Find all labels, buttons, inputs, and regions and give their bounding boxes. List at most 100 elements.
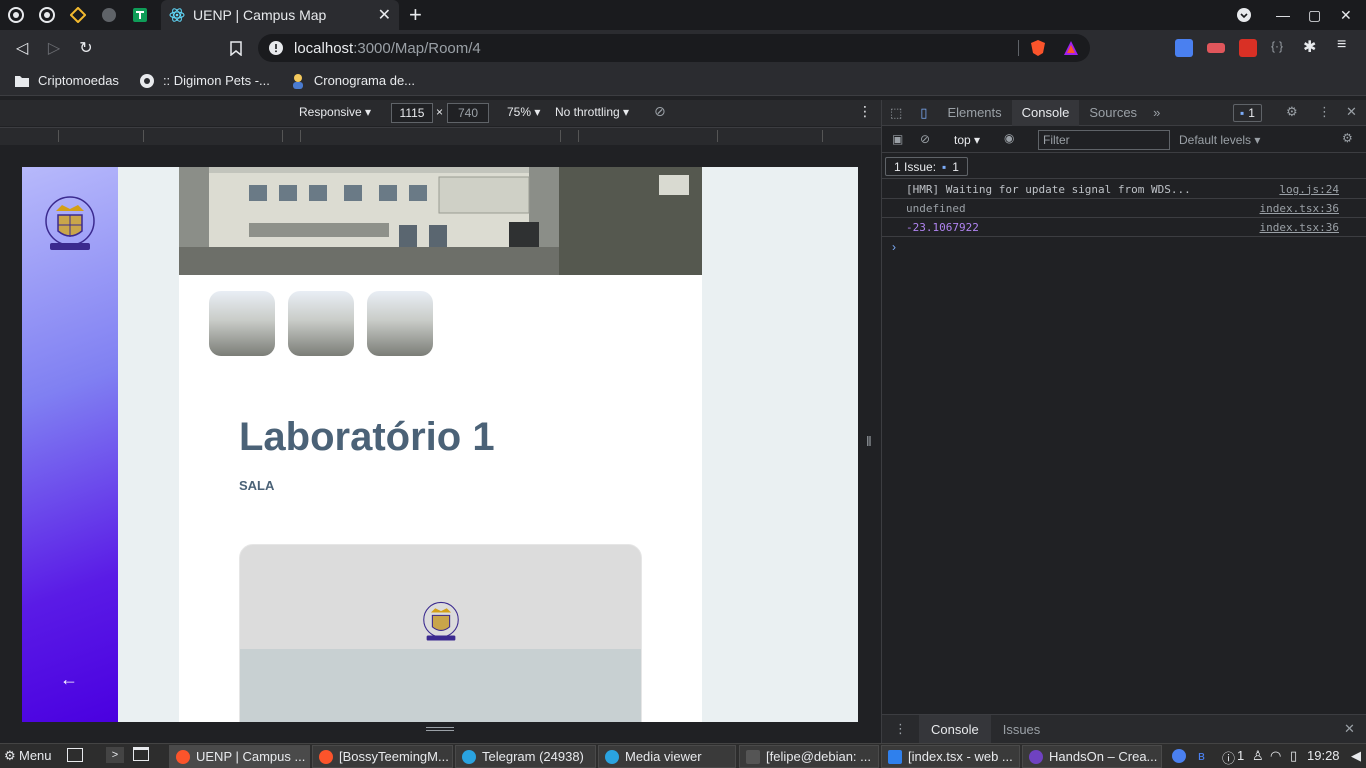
address-bar[interactable]: localhost:3000/Map/Room/4 [258, 34, 1090, 62]
console-source-link[interactable]: index.tsx:36 [1260, 221, 1339, 234]
window-close-button[interactable]: ✕ [1340, 0, 1352, 30]
terminal-icon [746, 749, 760, 764]
issue-badge[interactable]: 1 Issue: ▪ 1 [885, 157, 968, 176]
files-launcher-icon[interactable] [133, 747, 149, 761]
message-icon: ▪ [1240, 106, 1245, 120]
terminal-launcher-icon[interactable]: > [106, 747, 124, 763]
gallery-thumbnail[interactable] [288, 291, 354, 356]
taskbar-item[interactable]: [index.tsx - web ... [881, 745, 1020, 768]
close-devtools-icon[interactable]: ✕ [1346, 104, 1357, 120]
info-icon[interactable] [268, 40, 284, 56]
pinned-tab-binance[interactable] [62, 0, 93, 30]
zoom-select[interactable]: 75% ▾ [507, 105, 540, 119]
tab-strip: UENP | Campus Map ✕ + — ▢ ✕ [0, 0, 1366, 30]
console-source-link[interactable]: log.js:24 [1279, 183, 1339, 196]
pinned-tab-sheets[interactable] [124, 0, 155, 30]
new-tab-button[interactable]: + [409, 4, 422, 26]
bookmark-item[interactable]: :: Digimon Pets -... [139, 73, 270, 89]
tray-notification-icon[interactable]: ⓘ [1222, 748, 1235, 767]
back-arrow-icon[interactable]: ← [60, 669, 78, 690]
issues-counter[interactable]: ▪ 1 [1233, 104, 1262, 122]
taskbar-item-label: [index.tsx - web ... [908, 749, 1013, 764]
tab-search-icon[interactable] [1236, 0, 1252, 30]
console-message: [HMR] Waiting for update signal from WDS… [906, 182, 1191, 196]
taskbar-item[interactable]: UENP | Campus ... [169, 745, 310, 768]
pinned-tab-globe[interactable] [93, 0, 124, 30]
active-browser-tab[interactable]: UENP | Campus Map ✕ [161, 0, 399, 30]
log-levels-select[interactable]: Default levels ▾ [1179, 133, 1260, 147]
viewport-width-input[interactable]: 1115 [391, 103, 433, 123]
record-extension-icon[interactable] [1207, 43, 1225, 53]
console-row: undefined index.tsx:36 [882, 199, 1366, 218]
console-settings-icon[interactable]: ⚙ [1342, 131, 1353, 145]
drawer-tab-issues[interactable]: Issues [991, 722, 1053, 737]
drawer-menu-icon[interactable]: ⋮ [882, 721, 919, 737]
issue-label: 1 Issue: [894, 159, 937, 174]
taskbar-item[interactable]: Telegram (24938) [455, 745, 596, 768]
url-path: :3000/Map/Room/4 [353, 39, 481, 57]
red-extension-icon[interactable] [1239, 39, 1257, 57]
resize-handle-right[interactable]: ‖ [866, 433, 872, 449]
extensions-puzzle-icon[interactable]: ✱ [1303, 37, 1316, 57]
back-button[interactable]: ◁ [6, 32, 38, 64]
live-expression-eye-icon[interactable]: ◉ [1004, 131, 1014, 145]
firefox-icon [1029, 749, 1043, 764]
settings-icon[interactable]: ⚙ [1286, 104, 1298, 120]
taskbar-item[interactable]: Media viewer [598, 745, 736, 768]
bookmark-icon[interactable] [220, 32, 252, 64]
tab-console[interactable]: Console [1011, 99, 1080, 126]
taskbar-item[interactable]: [BossyTeemingM... [312, 745, 453, 768]
translate-extension-icon[interactable] [1175, 39, 1193, 57]
console-source-link[interactable]: index.tsx:36 [1260, 202, 1339, 215]
sidebar-toggle-icon[interactable]: ▣ [892, 132, 903, 146]
taskbar-item[interactable]: HandsOn – Crea... [1022, 745, 1162, 768]
brave-rewards-icon[interactable] [1063, 40, 1079, 56]
maximize-button[interactable]: ▢ [1308, 0, 1321, 30]
start-menu-button[interactable]: Menu [19, 748, 52, 763]
tray-volume-icon[interactable]: ◀ [1351, 748, 1361, 764]
bookmark-label: Cronograma de... [313, 73, 416, 88]
more-tabs-icon[interactable]: » [1147, 105, 1166, 120]
tray-bluetooth-icon[interactable]: ʙ [1198, 748, 1205, 763]
tab-elements[interactable]: Elements [937, 100, 1011, 126]
show-desktop-icon[interactable] [67, 748, 83, 762]
context-select[interactable]: top ▾ [954, 133, 980, 147]
devtools-menu-icon[interactable]: ⋮ [1318, 104, 1331, 120]
tray-app-icon[interactable] [1172, 749, 1186, 763]
minimize-button[interactable]: — [1276, 0, 1290, 30]
gallery-thumbnail[interactable] [209, 291, 275, 356]
pinned-tab-github[interactable] [0, 0, 31, 30]
console-filter-input[interactable]: Filter [1038, 130, 1170, 150]
device-toolbar: Responsive ▾ 1115 × 740 75% ▾ No throttl… [0, 100, 881, 126]
tray-user-icon[interactable]: ♙ [1252, 748, 1264, 764]
inspect-icon[interactable]: ⬚ [882, 105, 910, 121]
clear-console-icon[interactable]: ⊘ [920, 132, 930, 146]
throttling-select[interactable]: No throttling ▾ [555, 105, 629, 119]
more-options-icon[interactable]: ⋮ [858, 103, 872, 120]
code-extension-icon[interactable]: {·} [1271, 39, 1283, 53]
device-toggle-icon[interactable]: ▯ [910, 105, 937, 121]
uenp-logo-icon [423, 601, 459, 641]
bookmark-folder[interactable]: Criptomoedas [14, 73, 119, 89]
tray-battery-icon[interactable]: ▯ [1290, 748, 1297, 764]
console-prompt-icon[interactable]: › [892, 240, 896, 254]
pinned-tab-github-2[interactable] [31, 0, 62, 30]
brave-shields-icon[interactable] [1030, 39, 1046, 57]
rotate-icon[interactable]: ⊘ [654, 103, 666, 120]
taskbar-item[interactable]: [felipe@debian: ... [739, 745, 879, 768]
resize-handle-bottom[interactable] [426, 727, 454, 731]
reload-button[interactable]: ↻ [70, 32, 102, 64]
menu-kebab-icon[interactable]: ≡ [1337, 36, 1346, 54]
drawer-tab-console[interactable]: Console [919, 714, 991, 744]
close-icon[interactable]: ✕ [378, 5, 391, 25]
viewport-height-input[interactable]: 740 [447, 103, 489, 123]
close-drawer-icon[interactable]: ✕ [1344, 721, 1355, 737]
tray-clock[interactable]: 19:28 [1307, 748, 1340, 763]
github-icon [7, 7, 24, 23]
bookmark-item[interactable]: Cronograma de... [290, 73, 415, 89]
forward-button[interactable]: ▷ [38, 32, 70, 64]
tab-sources[interactable]: Sources [1079, 100, 1147, 126]
gallery-thumbnail[interactable] [367, 291, 433, 356]
tray-wifi-icon[interactable]: ◠ [1270, 748, 1281, 764]
device-mode-select[interactable]: Responsive ▾ [299, 105, 371, 119]
